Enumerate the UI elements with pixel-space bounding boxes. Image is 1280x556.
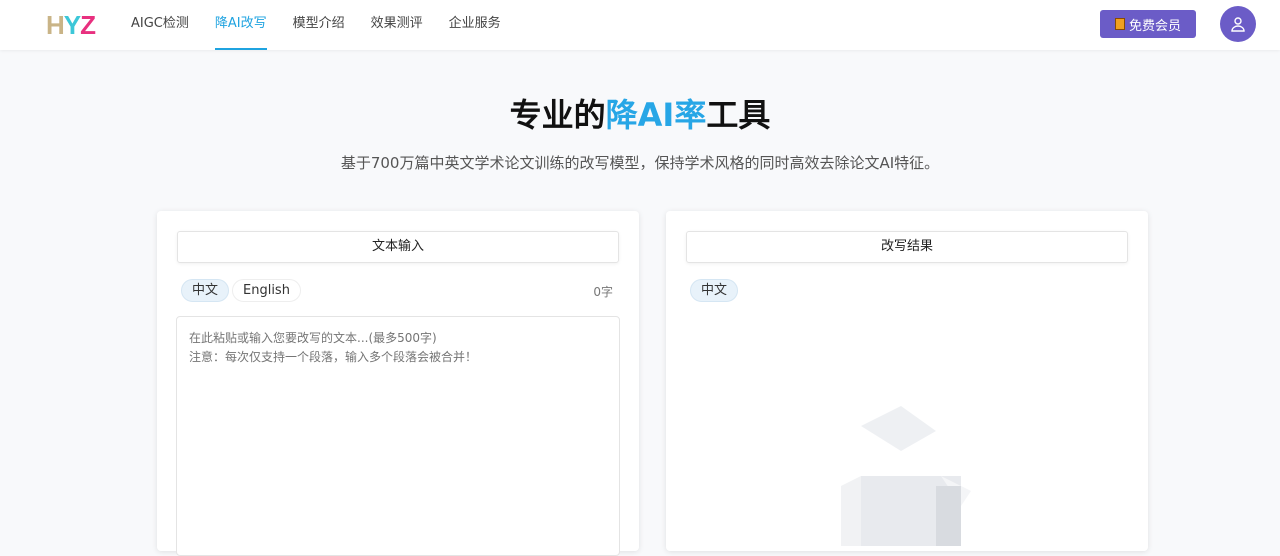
page-subtitle: 基于700万篇中英文学术论文训练的改写模型，保持学术风格的同时高效去除论文AI特… (340, 154, 940, 172)
page-title: 专业的降AI率工具 (509, 96, 771, 134)
output-header: 改写结果 (686, 231, 1128, 263)
nav-aigc-detect[interactable]: AIGC检测 (131, 0, 189, 50)
logo[interactable]: HYZ (46, 10, 96, 41)
free-membership-button[interactable]: 免费会员 (1100, 10, 1196, 38)
text-input[interactable] (176, 316, 620, 556)
char-count: 0字 (593, 285, 613, 299)
nav-model-intro[interactable]: 模型介绍 (293, 0, 345, 50)
input-header: 文本输入 (177, 231, 619, 263)
output-card: 改写结果 中文 (666, 211, 1148, 551)
nav-enterprise[interactable]: 企业服务 (449, 0, 501, 50)
vip-label: 免费会员 (1128, 18, 1181, 34)
gift-icon (1114, 18, 1125, 30)
top-nav: HYZ AIGC检测 降AI改写 模型介绍 效果测评 企业服务 免费会员 (0, 0, 1280, 50)
user-avatar[interactable] (1220, 6, 1256, 42)
lang-en-chip[interactable]: English (232, 279, 301, 302)
input-card: 文本输入 中文 English 0字 (157, 211, 639, 556)
empty-box-icon (841, 406, 971, 546)
output-lang-zh-chip[interactable]: 中文 (690, 279, 739, 302)
user-icon (1231, 17, 1245, 32)
nav-evaluation[interactable]: 效果测评 (371, 0, 423, 50)
lang-zh-chip[interactable]: 中文 (181, 279, 230, 302)
nav-ai-rewrite[interactable]: 降AI改写 (214, 0, 267, 50)
